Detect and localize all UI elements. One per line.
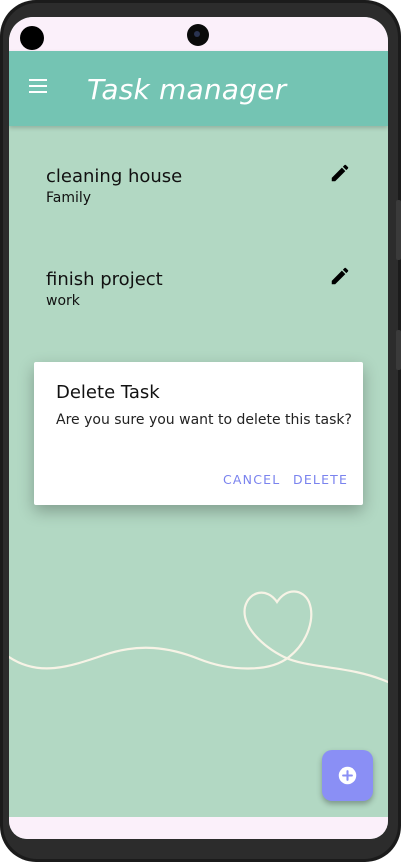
add-circle-icon — [338, 766, 357, 785]
dialog-message: Are you sure you want to delete this tas… — [56, 412, 352, 428]
add-task-button[interactable] — [322, 750, 373, 801]
cancel-button[interactable]: CANCEL — [223, 472, 280, 487]
navigation-bar — [9, 817, 388, 839]
dialog-title: Delete Task — [56, 382, 160, 403]
power-button — [396, 330, 401, 370]
delete-task-dialog: Delete Task Are you sure you want to del… — [34, 362, 363, 505]
volume-button — [396, 200, 401, 260]
app-screen: Task manager cleaning house Family finis… — [9, 17, 388, 839]
delete-button[interactable]: DELETE — [293, 472, 348, 487]
